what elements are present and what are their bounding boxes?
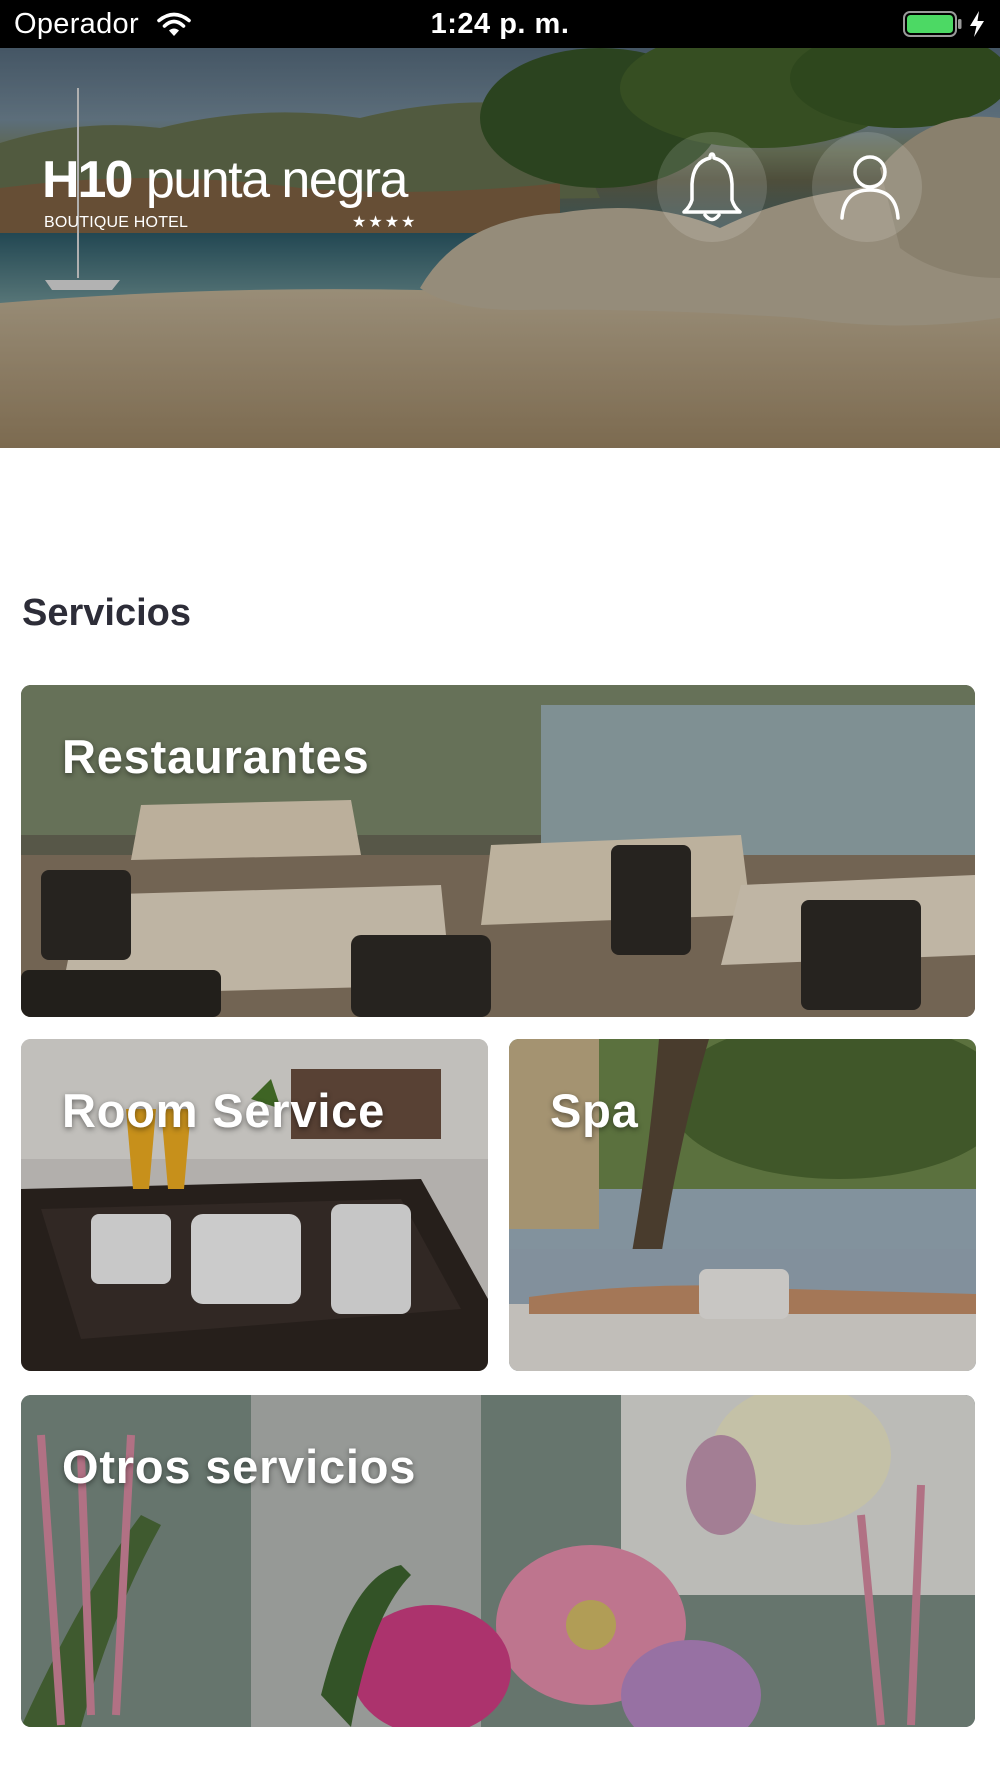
hero-overlay: [0, 48, 1000, 448]
card-title-spa: Spa: [550, 1084, 639, 1137]
service-card-room-service[interactable]: Room Service: [21, 1039, 488, 1371]
card-title-otros-servicios: Otros servicios: [62, 1440, 417, 1493]
bolt-icon: [970, 11, 984, 37]
user-icon: [840, 155, 900, 220]
logo-name: punta negra: [145, 151, 409, 209]
hotel-logo: H10 punta negra BOUTIQUE HOTEL ★★★★: [42, 150, 415, 231]
status-time: 1:24 p. m.: [430, 8, 570, 40]
notifications-button[interactable]: [657, 132, 767, 242]
bell-icon: [682, 152, 742, 222]
logo-brand: H10: [42, 151, 133, 209]
logo-stars: ★★★★: [352, 214, 418, 231]
service-card-otros-servicios[interactable]: Otros servicios: [21, 1395, 975, 1727]
hero-banner: H10 punta negra BOUTIQUE HOTEL ★★★★: [0, 48, 1000, 448]
battery-icon: [903, 11, 962, 37]
profile-button[interactable]: [812, 132, 922, 242]
service-card-restaurantes[interactable]: Restaurantes: [21, 685, 975, 1017]
logo-subtitle: BOUTIQUE HOTEL: [44, 214, 189, 231]
service-card-spa[interactable]: Spa: [509, 1039, 976, 1371]
card-title-restaurantes: Restaurantes: [62, 730, 370, 783]
card-title-room-service: Room Service: [62, 1084, 386, 1137]
status-bar: Operador 1:24 p. m.: [0, 0, 1000, 48]
services-title: Servicios: [22, 592, 191, 634]
